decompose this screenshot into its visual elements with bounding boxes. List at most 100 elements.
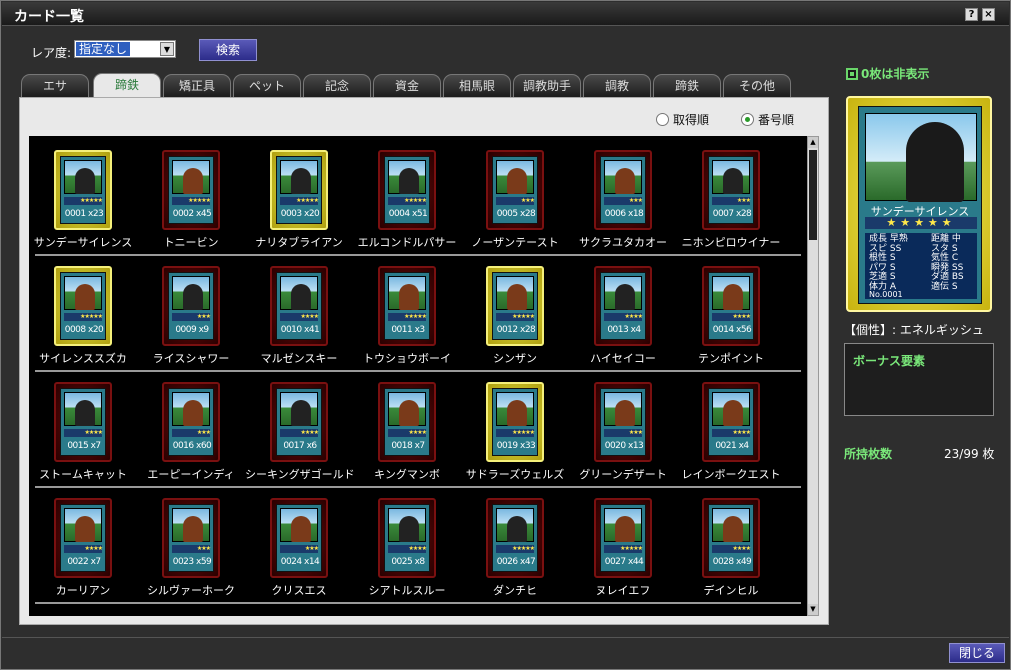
card-0016[interactable]: ★★★ 0016 x60 <box>162 382 220 462</box>
card-0028[interactable]: ★★★★ 0028 x49 <box>702 498 760 578</box>
card-0025[interactable]: ★★★★ 0025 x8 <box>378 498 436 578</box>
card-0008[interactable]: ★★★★★ 0008 x20 <box>54 266 112 346</box>
horse-picture <box>64 508 102 542</box>
card-stars: ★★★★ <box>64 429 103 437</box>
horse-picture <box>388 392 426 426</box>
sort-acquired-label: 取得順 <box>673 113 710 127</box>
card-0010[interactable]: ★★★★ 0010 x41 <box>270 266 328 346</box>
grid-scrollbar[interactable]: ▲ ▼ <box>807 136 819 616</box>
horse-icon <box>75 168 95 194</box>
card-0027[interactable]: ★★★★★ 0027 x44 <box>594 498 652 578</box>
rarity-select[interactable]: 指定なし ▼ <box>74 40 176 58</box>
card-name: ニホンピロウイナー <box>681 236 781 249</box>
tab-0[interactable]: エサ <box>21 74 89 97</box>
stat-line: 適伝 S <box>931 281 958 292</box>
card-0021[interactable]: ★★★★ 0021 x4 <box>702 382 760 462</box>
chevron-down-icon[interactable]: ▼ <box>160 42 174 56</box>
card-0018[interactable]: ★★★★ 0018 x7 <box>378 382 436 462</box>
tab-7[interactable]: 調教助手 <box>513 74 581 97</box>
help-button[interactable]: ? <box>965 8 978 21</box>
card-0022[interactable]: ★★★★ 0022 x7 <box>54 498 112 578</box>
card-0017[interactable]: ★★★★ 0017 x6 <box>270 382 328 462</box>
sort-number-radio[interactable]: 番号順 <box>741 111 794 128</box>
horse-picture <box>496 276 534 310</box>
card-name: シンザン <box>493 352 537 365</box>
tab-6[interactable]: 相馬眼 <box>443 74 511 97</box>
detail-stars: ★★★★★ <box>865 217 977 229</box>
card-face: ★★★★ 0025 x8 <box>384 504 430 572</box>
card-0004[interactable]: ★★★★★ 0004 x51 <box>378 150 436 230</box>
card-number: 0010 x41 <box>280 325 320 335</box>
tab-2[interactable]: 矯正具 <box>163 74 231 97</box>
card-face: ★★★ 0009 x9 <box>168 272 214 340</box>
card-0011[interactable]: ★★★★★ 0011 x3 <box>378 266 436 346</box>
card-stars: ★★★★★ <box>496 545 535 553</box>
card-name: グリーンデザート <box>579 468 667 481</box>
horse-picture <box>388 508 426 542</box>
close-x-button[interactable]: × <box>982 8 995 21</box>
card-stars: ★★★★ <box>64 545 103 553</box>
scroll-up-icon[interactable]: ▲ <box>808 137 818 148</box>
detail-stats: 成長 早熟 スピ SS 根性 S パワ S 芝適 S 体力 A 距離 中スタ S 気性 C瞬… <box>865 233 977 299</box>
tab-4[interactable]: 記念 <box>303 74 371 97</box>
card-name: エーピーインディ <box>147 468 235 481</box>
horse-icon <box>723 284 743 310</box>
card-stars: ★★★ <box>496 197 535 205</box>
horse-icon <box>723 516 743 542</box>
tab-3[interactable]: ペット <box>233 74 301 97</box>
card-0023[interactable]: ★★★ 0023 x59 <box>162 498 220 578</box>
rarity-label: レア度: <box>31 46 72 60</box>
card-0012[interactable]: ★★★★★ 0012 x28 <box>486 266 544 346</box>
card-name: ダンチヒ <box>493 584 537 597</box>
sort-acquired-radio[interactable]: 取得順 <box>656 111 709 128</box>
card-0019[interactable]: ★★★★★ 0019 x33 <box>486 382 544 462</box>
card-number: 0009 x9 <box>175 325 209 335</box>
card-0013[interactable]: ★★★★ 0013 x4 <box>594 266 652 346</box>
card-number: 0011 x3 <box>391 325 425 335</box>
horse-picture <box>496 508 534 542</box>
owned-value: 23/99 枚 <box>944 447 995 461</box>
card-0001[interactable]: ★★★★★ 0001 x23 <box>54 150 112 230</box>
card-name: トウショウボーイ <box>363 352 451 365</box>
horse-icon <box>75 516 95 542</box>
search-button[interactable]: 検索 <box>199 39 257 61</box>
tab-8[interactable]: 調教 <box>583 74 651 97</box>
horse-picture <box>496 392 534 426</box>
tab-1[interactable]: 蹄鉄 <box>93 73 161 98</box>
card-name: マルゼンスキー <box>260 352 338 365</box>
card-0009[interactable]: ★★★ 0009 x9 <box>162 266 220 346</box>
hide-zero-label: 0枚は非表示 <box>861 67 930 81</box>
card-0007[interactable]: ★★★ 0007 x28 <box>702 150 760 230</box>
horse-picture <box>280 392 318 426</box>
sort-number-label: 番号順 <box>758 113 795 127</box>
card-stars: ★★★★ <box>388 545 427 553</box>
card-0005[interactable]: ★★★ 0005 x28 <box>486 150 544 230</box>
close-button[interactable]: 閉じる <box>949 643 1005 663</box>
radio-on-icon <box>741 113 754 126</box>
card-0020[interactable]: ★★★ 0020 x13 <box>594 382 652 462</box>
rarity-value: 指定なし <box>76 42 131 56</box>
hide-zero-checkbox[interactable]: 0枚は非表示 <box>846 65 929 82</box>
row-divider <box>35 254 801 256</box>
card-0015[interactable]: ★★★★ 0015 x7 <box>54 382 112 462</box>
owned-label: 所持枚数 <box>844 447 893 461</box>
card-face: ★★★★★ 0003 x20 <box>276 156 322 224</box>
card-stars: ★★★★ <box>388 429 427 437</box>
scroll-down-icon[interactable]: ▼ <box>808 604 818 615</box>
tab-9[interactable]: 蹄鉄 <box>653 74 721 97</box>
tab-5[interactable]: 資金 <box>373 74 441 97</box>
card-stars: ★★★ <box>172 313 211 321</box>
stats-left: 成長 早熟 スピ SS 根性 S パワ S 芝適 S 体力 A <box>869 234 908 292</box>
card-stars: ★★★ <box>712 197 751 205</box>
card-0002[interactable]: ★★★★★ 0002 x45 <box>162 150 220 230</box>
card-0003[interactable]: ★★★★★ 0003 x20 <box>270 150 328 230</box>
horse-icon <box>183 168 203 194</box>
tab-10[interactable]: その他 <box>723 74 791 97</box>
card-0024[interactable]: ★★★ 0024 x14 <box>270 498 328 578</box>
card-name: テンポイント <box>698 352 764 365</box>
card-0014[interactable]: ★★★★ 0014 x56 <box>702 266 760 346</box>
card-0006[interactable]: ★★★ 0006 x18 <box>594 150 652 230</box>
card-name: ライスシャワー <box>152 352 230 365</box>
scroll-thumb[interactable] <box>809 150 817 240</box>
card-0026[interactable]: ★★★★★ 0026 x47 <box>486 498 544 578</box>
